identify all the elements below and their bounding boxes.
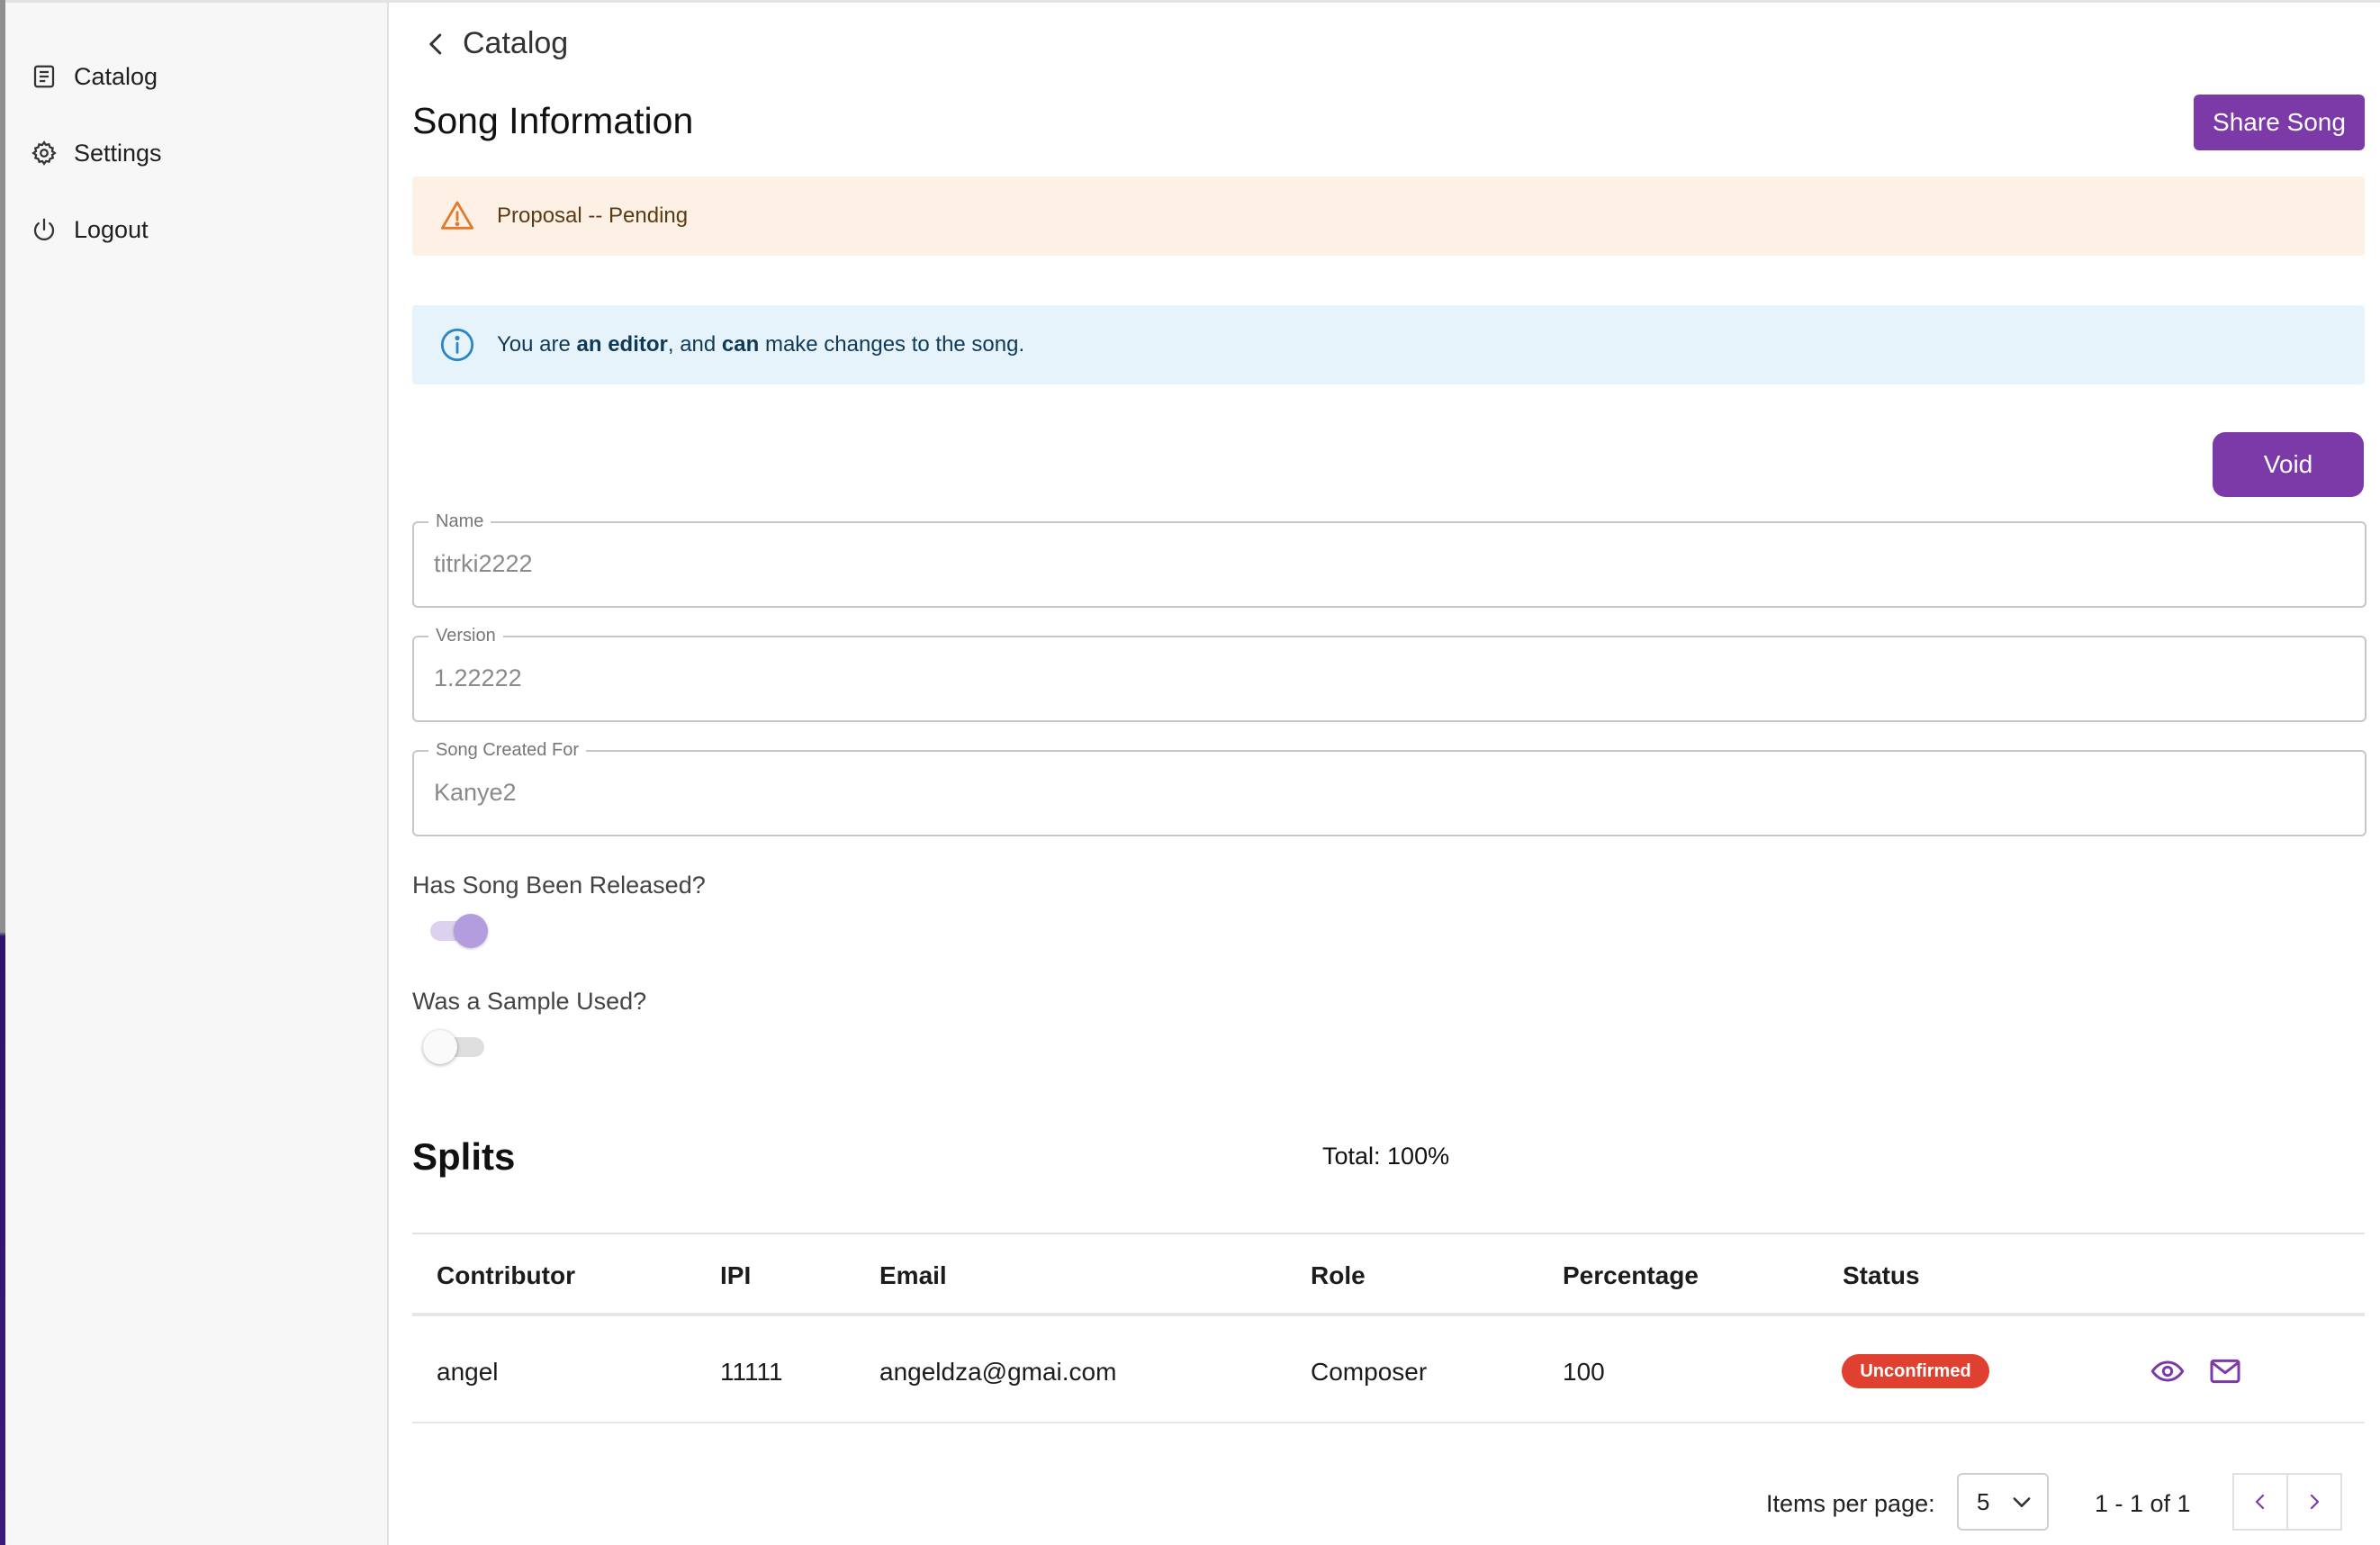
- created-for-field-value: Kanye2: [434, 779, 517, 806]
- items-per-page-select[interactable]: 5: [1957, 1473, 2049, 1531]
- cell-email: angeldza@gmai.com: [879, 1358, 1117, 1386]
- cell-ipi: 11111: [720, 1358, 783, 1386]
- version-field-label: Version: [428, 626, 503, 646]
- info-text: You are an editor, and can make changes …: [497, 332, 1024, 357]
- info-suffix: make changes to the song.: [759, 332, 1025, 357]
- next-page-button[interactable]: [2286, 1473, 2342, 1531]
- view-button[interactable]: [2150, 1353, 2186, 1389]
- name-field-label: Name: [428, 511, 491, 532]
- released-question: Has Song Been Released?: [412, 872, 706, 899]
- warning-text: Proposal -- Pending: [497, 203, 689, 228]
- sidebar: Catalog Settings Logout: [5, 3, 389, 1545]
- eye-icon: [2150, 1360, 2185, 1382]
- warning-icon: [440, 201, 474, 230]
- previous-page-button[interactable]: [2232, 1473, 2288, 1531]
- sidebar-item-label: Catalog: [74, 62, 158, 90]
- sidebar-item-label: Settings: [74, 139, 162, 167]
- sidebar-item-label: Logout: [74, 215, 149, 243]
- back-link[interactable]: Catalog: [423, 26, 568, 61]
- email-button[interactable]: [2207, 1353, 2243, 1389]
- name-field[interactable]: Name titrki2222: [412, 511, 2366, 608]
- version-field[interactable]: Version 1.22222: [412, 626, 2366, 722]
- chevron-down-icon: [2014, 1497, 2031, 1507]
- sample-toggle[interactable]: [423, 1030, 484, 1064]
- table-top-divider: [412, 1233, 2365, 1234]
- toggle-knob: [423, 1030, 457, 1064]
- column-header-percentage[interactable]: Percentage: [1563, 1261, 1699, 1290]
- pagination-range: 1 - 1 of 1: [2095, 1490, 2191, 1517]
- catalog-icon: [33, 65, 55, 88]
- sidebar-item-settings[interactable]: Settings: [31, 126, 162, 180]
- version-field-value: 1.22222: [434, 664, 522, 691]
- created-for-field[interactable]: Song Created For Kanye2: [412, 740, 2366, 836]
- info-mid: , and: [667, 332, 722, 357]
- info-alert: You are an editor, and can make changes …: [412, 305, 2365, 384]
- cell-contributor: angel: [437, 1358, 499, 1386]
- table-row-divider: [412, 1422, 2365, 1423]
- info-role: an editor: [576, 332, 668, 357]
- splits-title: Splits: [412, 1135, 516, 1178]
- power-icon: [33, 218, 55, 240]
- gear-icon: [32, 140, 57, 166]
- info-prefix: You are: [497, 332, 577, 357]
- chevron-left-icon: [2255, 1494, 2265, 1510]
- main-content: Catalog Song Information Share Song Prop…: [389, 3, 2380, 1545]
- column-header-ipi[interactable]: IPI: [720, 1261, 751, 1290]
- column-header-contributor[interactable]: Contributor: [437, 1261, 575, 1290]
- splits-total: Total: 100%: [1322, 1143, 1450, 1170]
- table-header-divider: [412, 1313, 2365, 1316]
- warning-alert: Proposal -- Pending: [412, 176, 2365, 256]
- toggle-knob: [454, 914, 488, 948]
- cell-percentage: 100: [1563, 1358, 1605, 1386]
- info-icon: [440, 328, 474, 362]
- chevron-right-icon: [2310, 1494, 2320, 1510]
- status-badge: Unconfirmed: [1842, 1354, 1989, 1388]
- sidebar-item-catalog[interactable]: Catalog: [31, 50, 158, 104]
- share-song-button[interactable]: Share Song: [2194, 95, 2365, 150]
- chevron-left-icon: [429, 33, 442, 54]
- void-button[interactable]: Void: [2213, 432, 2364, 497]
- info-can: can: [721, 332, 760, 357]
- items-per-page-label: Items per page:: [1766, 1490, 1935, 1517]
- column-header-status[interactable]: Status: [1843, 1261, 1920, 1290]
- released-toggle[interactable]: [430, 914, 488, 948]
- created-for-field-label: Song Created For: [428, 740, 586, 761]
- column-header-role[interactable]: Role: [1311, 1261, 1366, 1290]
- sidebar-item-logout[interactable]: Logout: [31, 203, 149, 257]
- name-field-value: titrki2222: [434, 550, 533, 577]
- column-header-email[interactable]: Email: [879, 1261, 947, 1290]
- items-per-page-value: 5: [1977, 1487, 1990, 1515]
- back-label: Catalog: [463, 26, 569, 60]
- sample-question: Was a Sample Used?: [412, 988, 647, 1015]
- mail-icon: [2210, 1359, 2240, 1384]
- cell-role: Composer: [1311, 1358, 1428, 1386]
- page-title: Song Information: [412, 100, 694, 141]
